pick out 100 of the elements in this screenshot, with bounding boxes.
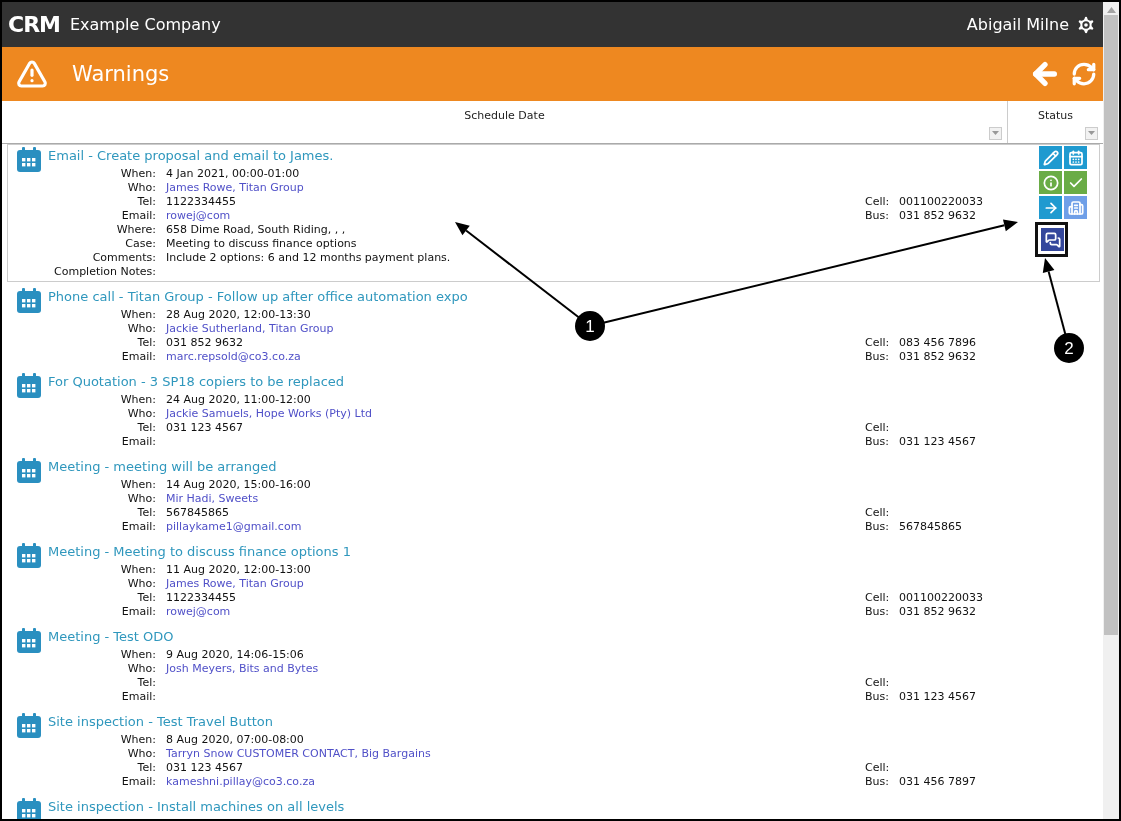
caret-icon	[1088, 131, 1095, 136]
field-label: Completion Notes:	[53, 265, 156, 279]
field-link[interactable]: Mir Hadi, Sweets	[166, 492, 259, 506]
field-label: Who:	[126, 181, 156, 195]
field-label: Tel:	[136, 761, 156, 775]
calendar-icon	[16, 713, 42, 739]
notes-action-button[interactable]	[1041, 228, 1064, 251]
activity-title[interactable]: Meeting - meeting will be arranged	[48, 459, 277, 474]
logo: CRM	[8, 12, 60, 37]
user-name: Abigail Milne	[966, 15, 1069, 34]
field-value: 8 Aug 2020, 07:00-08:00	[166, 733, 304, 747]
field-link[interactable]: James Rowe, Titan Group	[166, 577, 304, 591]
calendar-icon	[16, 628, 42, 654]
field-link[interactable]: Tarryn Snow CUSTOMER CONTACT, Big Bargains	[166, 747, 431, 761]
phone-value: 031 123 4567	[899, 690, 976, 704]
activity-title[interactable]: Email - Create proposal and email to James.	[48, 148, 334, 163]
field-link[interactable]: pillaykame1@gmail.com	[166, 520, 302, 534]
calendar-icon	[16, 543, 42, 569]
scroll-thumb[interactable]	[1104, 15, 1118, 635]
info-action-button[interactable]	[1039, 171, 1062, 194]
phone-value: 567845865	[899, 520, 962, 534]
company-action-button[interactable]	[1064, 196, 1087, 219]
field-label: Case:	[124, 237, 156, 251]
phone-value: 001100220033	[899, 591, 983, 605]
field-label: When:	[119, 393, 156, 407]
field-value: 11 Aug 2020, 12:00-13:00	[166, 563, 311, 577]
activity-title[interactable]: Meeting - Test ODO	[48, 629, 174, 644]
field-value: Include 2 options: 6 and 12 months payment plans.	[166, 251, 451, 265]
phone-value: 001100220033	[899, 195, 983, 209]
callout-badge: 2	[1054, 333, 1084, 363]
phone-label: Bus:	[865, 520, 890, 534]
field-label: When:	[119, 308, 156, 322]
edit-action-button[interactable]	[1039, 146, 1062, 169]
column-header[interactable]: Status	[1037, 109, 1074, 122]
phone-label: Bus:	[865, 435, 890, 449]
field-link[interactable]: Josh Meyers, Bits and Bytes	[166, 662, 319, 676]
caret-icon	[992, 131, 999, 136]
field-link[interactable]: marc.repsold@co3.co.za	[166, 350, 301, 364]
field-label: When:	[119, 478, 156, 492]
field-label: Email:	[120, 775, 156, 789]
phone-label: Bus:	[865, 690, 890, 704]
complete-action-button[interactable]	[1064, 171, 1087, 194]
field-label: Email:	[120, 435, 156, 449]
phone-label: Bus:	[865, 605, 890, 619]
field-link[interactable]: kameshni.pillay@co3.co.za	[166, 775, 315, 789]
calendar-icon	[16, 147, 42, 173]
field-label: When:	[119, 563, 156, 577]
field-label: Tel:	[136, 506, 156, 520]
refresh-button[interactable]	[1071, 61, 1097, 87]
filter-dropdown-button[interactable]	[1085, 127, 1098, 140]
phone-label: Cell:	[865, 676, 891, 690]
phone-label: Bus:	[865, 350, 890, 364]
field-label: Tel:	[136, 591, 156, 605]
field-label: Tel:	[136, 195, 156, 209]
schedule-action-button[interactable]	[1064, 146, 1087, 169]
scrollbar[interactable]	[1103, 2, 1119, 819]
field-link[interactable]: Jackie Sutherland, Titan Group	[166, 322, 334, 336]
field-value: 28 Aug 2020, 12:00-13:30	[166, 308, 311, 322]
field-label: Who:	[126, 492, 156, 506]
calendar-icon	[16, 373, 42, 399]
phone-value: 031 852 9632	[899, 605, 976, 619]
field-link[interactable]: rowej@com	[166, 605, 231, 619]
callout-badge: 1	[575, 311, 605, 341]
activity-title[interactable]: For Quotation - 3 SP18 copiers to be replaced	[48, 374, 345, 389]
field-label: Where:	[115, 223, 156, 237]
field-label: Who:	[126, 407, 156, 421]
activity-title[interactable]: Meeting - Meeting to discuss finance options 1	[48, 544, 351, 559]
field-label: Who:	[126, 322, 156, 336]
forward-action-button[interactable]	[1039, 196, 1062, 219]
phone-label: Bus:	[865, 775, 890, 789]
phone-label: Bus:	[865, 209, 890, 223]
filter-dropdown-button[interactable]	[989, 127, 1002, 140]
field-link[interactable]: rowej@com	[166, 209, 231, 223]
calendar-icon	[16, 458, 42, 484]
field-value: 031 852 9632	[166, 336, 243, 350]
info-icon	[1042, 174, 1059, 191]
phone-value: 031 123 4567	[899, 435, 976, 449]
field-label: Who:	[126, 577, 156, 591]
field-link[interactable]: Jackie Samuels, Hope Works (Pty) Ltd	[166, 407, 372, 421]
field-link[interactable]: James Rowe, Titan Group	[166, 181, 304, 195]
field-value: 1122334455	[166, 591, 236, 605]
scroll-up-icon[interactable]	[1106, 7, 1116, 13]
field-value: 031 123 4567	[166, 761, 243, 775]
field-label: Tel:	[136, 336, 156, 350]
phone-value: 031 852 9632	[899, 209, 976, 223]
settings-icon[interactable]	[1075, 13, 1097, 36]
activity-title[interactable]: Site inspection - Test Travel Button	[48, 714, 274, 729]
field-label: Email:	[120, 350, 156, 364]
field-label: Email:	[120, 520, 156, 534]
field-label: Who:	[126, 662, 156, 676]
phone-value: 083 456 7896	[899, 336, 976, 350]
field-label: Email:	[120, 209, 156, 223]
activity-title[interactable]: Site inspection - Install machines on all levels	[48, 799, 345, 814]
column-header[interactable]: Schedule Date	[464, 109, 545, 122]
field-label: When:	[119, 733, 156, 747]
field-value: 031 123 4567	[166, 421, 243, 435]
field-value: 658 Dime Road, South Riding, , ,	[166, 223, 346, 237]
company-name: Example Company	[70, 15, 222, 34]
phone-label: Cell:	[865, 195, 891, 209]
pencil-icon	[1042, 149, 1059, 166]
